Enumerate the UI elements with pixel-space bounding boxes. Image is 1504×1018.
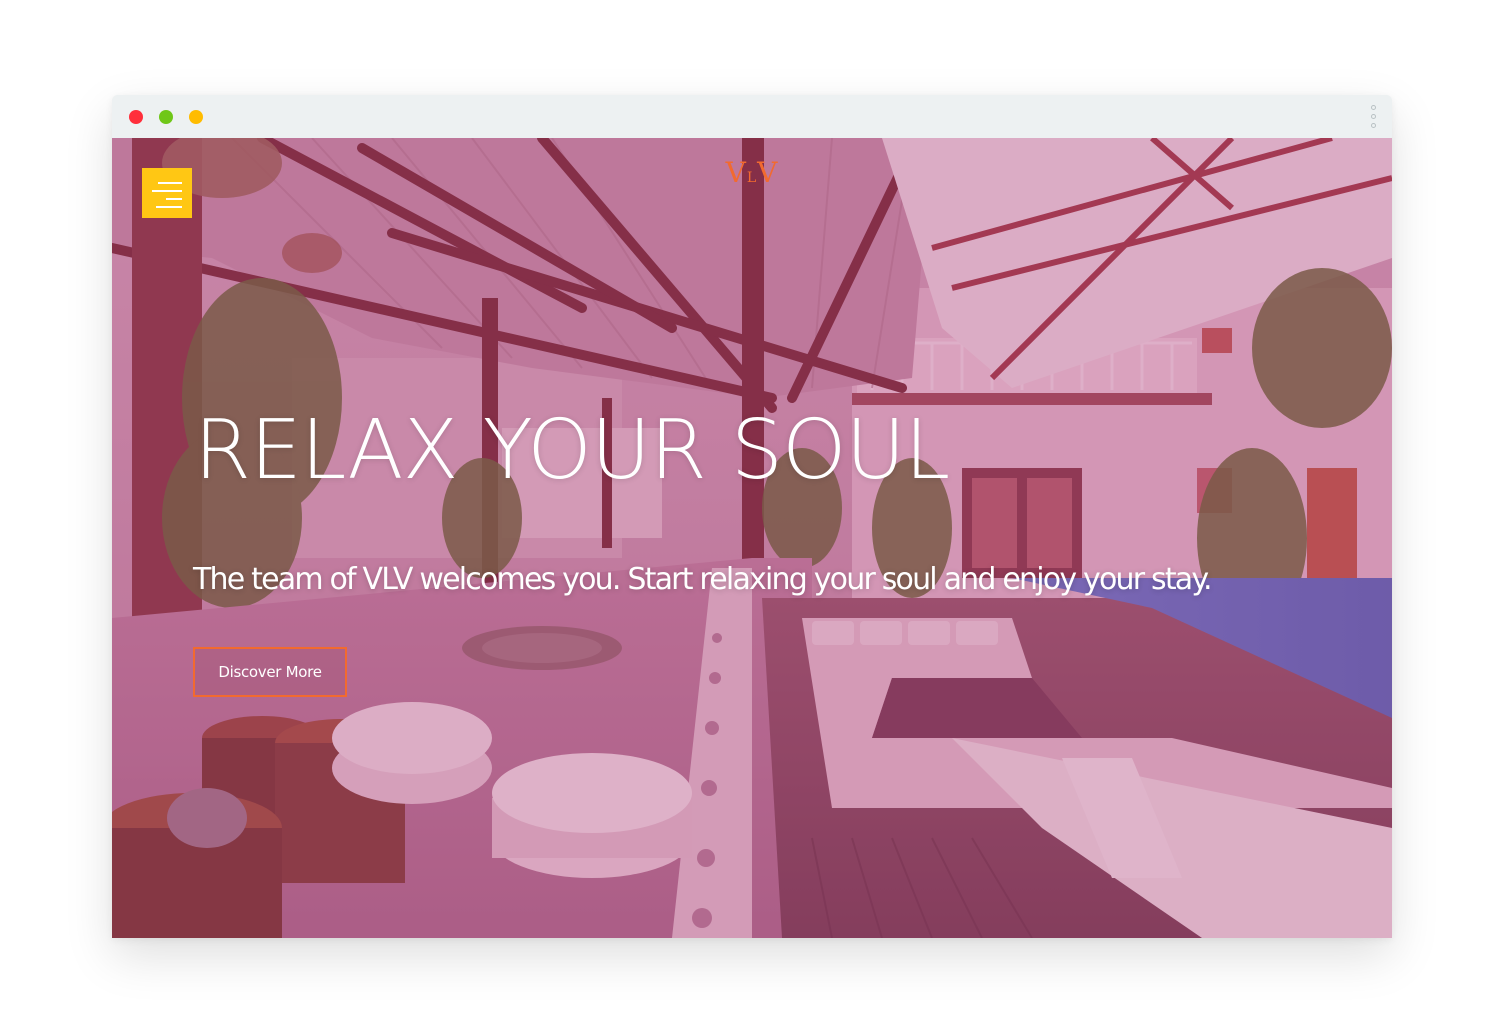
discover-more-button[interactable]: Discover More [193, 647, 347, 697]
dot [1371, 114, 1376, 119]
hero-subtitle: The team of VLV welcomes you. Start rela… [193, 562, 1213, 597]
window-titlebar [112, 95, 1392, 139]
minimize-icon[interactable] [159, 110, 173, 124]
close-icon[interactable] [129, 110, 143, 124]
hero-section: VLV RELAX YOUR SOUL The team of VLV welc… [112, 138, 1392, 938]
hamburger-line [152, 190, 182, 192]
site-logo[interactable]: VLV [712, 156, 792, 189]
more-options-icon[interactable] [1368, 104, 1380, 130]
page: VLV RELAX YOUR SOUL The team of VLV welc… [0, 0, 1504, 1018]
hamburger-line [158, 182, 182, 184]
hero-title: RELAX YOUR SOUL [194, 403, 950, 498]
browser-window: VLV RELAX YOUR SOUL The team of VLV welc… [112, 95, 1392, 938]
logo-letter: L [746, 170, 758, 186]
hamburger-line [156, 206, 182, 208]
hamburger-line [166, 198, 182, 200]
dot [1371, 123, 1376, 128]
logo-letter: V [757, 156, 779, 189]
logo-letter: V [725, 156, 747, 189]
maximize-icon[interactable] [189, 110, 203, 124]
hero-overlay [112, 138, 1392, 938]
menu-button[interactable] [142, 168, 192, 218]
dot [1371, 105, 1376, 110]
